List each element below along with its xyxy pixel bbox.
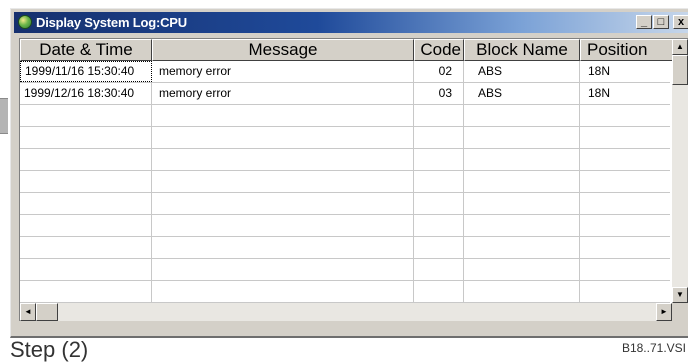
log-list-view[interactable]: Date & Time Message Code Block Name Posi…	[19, 38, 688, 321]
cell-date-time	[20, 149, 152, 170]
column-header-code[interactable]: Code	[414, 39, 464, 61]
maximize-icon: □	[657, 16, 665, 28]
cell-block-name: ABS	[464, 83, 580, 104]
cell-message	[152, 215, 414, 236]
cell-date-time	[20, 105, 152, 126]
list-rows: 1999/11/16 15:30:40 memory error 02 ABS 18N 1…	[20, 61, 670, 303]
app-globe-icon[interactable]	[18, 15, 32, 29]
cell-date-time	[20, 215, 152, 236]
cell-code	[414, 193, 464, 214]
cell-code	[414, 171, 464, 192]
list-header: Date & Time Message Code Block Name Posi…	[20, 39, 675, 61]
cell-block-name: ABS	[464, 61, 580, 82]
cell-position	[580, 105, 675, 126]
cell-date-time	[20, 193, 152, 214]
cell-code	[414, 259, 464, 280]
scroll-left-arrow-icon[interactable]: ◄	[20, 303, 36, 321]
table-row[interactable]: 1999/11/16 15:30:40 memory error 02 ABS 18N	[20, 61, 670, 83]
column-header-date-time[interactable]: Date & Time	[20, 39, 152, 61]
figure-code: B18..71.VSI	[621, 341, 686, 355]
cell-message	[152, 237, 414, 258]
cell-message: memory error	[152, 61, 414, 82]
cell-code: 03	[414, 83, 464, 104]
maximize-button[interactable]: □	[653, 15, 669, 29]
cell-message	[152, 281, 414, 302]
close-button[interactable]: x	[673, 15, 688, 29]
cell-position	[580, 171, 675, 192]
scroll-down-arrow-icon[interactable]: ▼	[672, 287, 688, 303]
cell-date-time	[20, 171, 152, 192]
column-header-block-name[interactable]: Block Name	[464, 39, 580, 61]
cell-code	[414, 237, 464, 258]
cell-position	[580, 127, 675, 148]
window-title: Display System Log:CPU	[36, 15, 187, 30]
scroll-right-arrow-icon[interactable]: ►	[656, 303, 672, 321]
cell-position	[580, 149, 675, 170]
cell-message	[152, 105, 414, 126]
cell-date-time	[20, 237, 152, 258]
cell-date-time	[20, 281, 152, 302]
cell-date-time	[20, 259, 152, 280]
cell-position	[580, 237, 675, 258]
cell-message	[152, 127, 414, 148]
scrollbar-corner	[672, 303, 688, 321]
minimize-button[interactable]: _	[636, 15, 652, 29]
cell-position	[580, 281, 675, 302]
cell-code	[414, 149, 464, 170]
cell-block-name	[464, 171, 580, 192]
cell-message	[152, 193, 414, 214]
cell-message	[152, 149, 414, 170]
cell-block-name	[464, 149, 580, 170]
vertical-scrollbar[interactable]: ▲ ▼	[672, 39, 688, 303]
table-row[interactable]: 1999/12/16 18:30:40 memory error 03 ABS 18N	[20, 83, 670, 105]
column-header-position[interactable]: Position	[580, 39, 675, 61]
cell-code	[414, 215, 464, 236]
empty-table-row[interactable]	[20, 215, 670, 237]
cell-date-time: 1999/11/16 15:30:40	[20, 61, 152, 82]
empty-table-row[interactable]	[20, 259, 670, 281]
cell-message	[152, 259, 414, 280]
horizontal-scroll-thumb[interactable]	[36, 303, 58, 321]
empty-table-row[interactable]	[20, 193, 670, 215]
cell-code	[414, 105, 464, 126]
cell-block-name	[464, 193, 580, 214]
close-icon: x	[677, 16, 685, 28]
cell-date-time: 1999/12/16 18:30:40	[20, 83, 152, 104]
empty-table-row[interactable]	[20, 105, 670, 127]
cell-code	[414, 281, 464, 302]
cell-message	[152, 171, 414, 192]
cell-block-name	[464, 259, 580, 280]
background-window-fragment	[0, 98, 8, 134]
empty-table-row[interactable]	[20, 281, 670, 303]
empty-table-row[interactable]	[20, 171, 670, 193]
horizontal-scrollbar[interactable]: ◄ ►	[20, 303, 672, 321]
scroll-up-arrow-icon[interactable]: ▲	[672, 39, 688, 55]
vertical-scroll-thumb[interactable]	[672, 55, 688, 85]
cell-block-name	[464, 127, 580, 148]
empty-table-row[interactable]	[20, 127, 670, 149]
title-bar[interactable]: Display System Log:CPU _ □ x	[14, 12, 688, 33]
system-log-window: Display System Log:CPU _ □ x Date & Time…	[10, 8, 688, 338]
cell-block-name	[464, 105, 580, 126]
cell-block-name	[464, 215, 580, 236]
cell-block-name	[464, 237, 580, 258]
column-header-message[interactable]: Message	[152, 39, 414, 61]
empty-table-row[interactable]	[20, 149, 670, 171]
cell-code: 02	[414, 61, 464, 82]
cell-position	[580, 215, 675, 236]
cell-position	[580, 259, 675, 280]
cell-position: 18N	[588, 64, 611, 78]
cell-date-time	[20, 127, 152, 148]
cell-position: 18N	[588, 86, 611, 100]
cell-position	[580, 193, 675, 214]
cell-block-name	[464, 281, 580, 302]
step-caption: Step (2)	[10, 337, 89, 362]
minimize-icon: _	[640, 16, 648, 28]
cell-code	[414, 127, 464, 148]
empty-table-row[interactable]	[20, 237, 670, 259]
cell-message: memory error	[152, 83, 414, 104]
